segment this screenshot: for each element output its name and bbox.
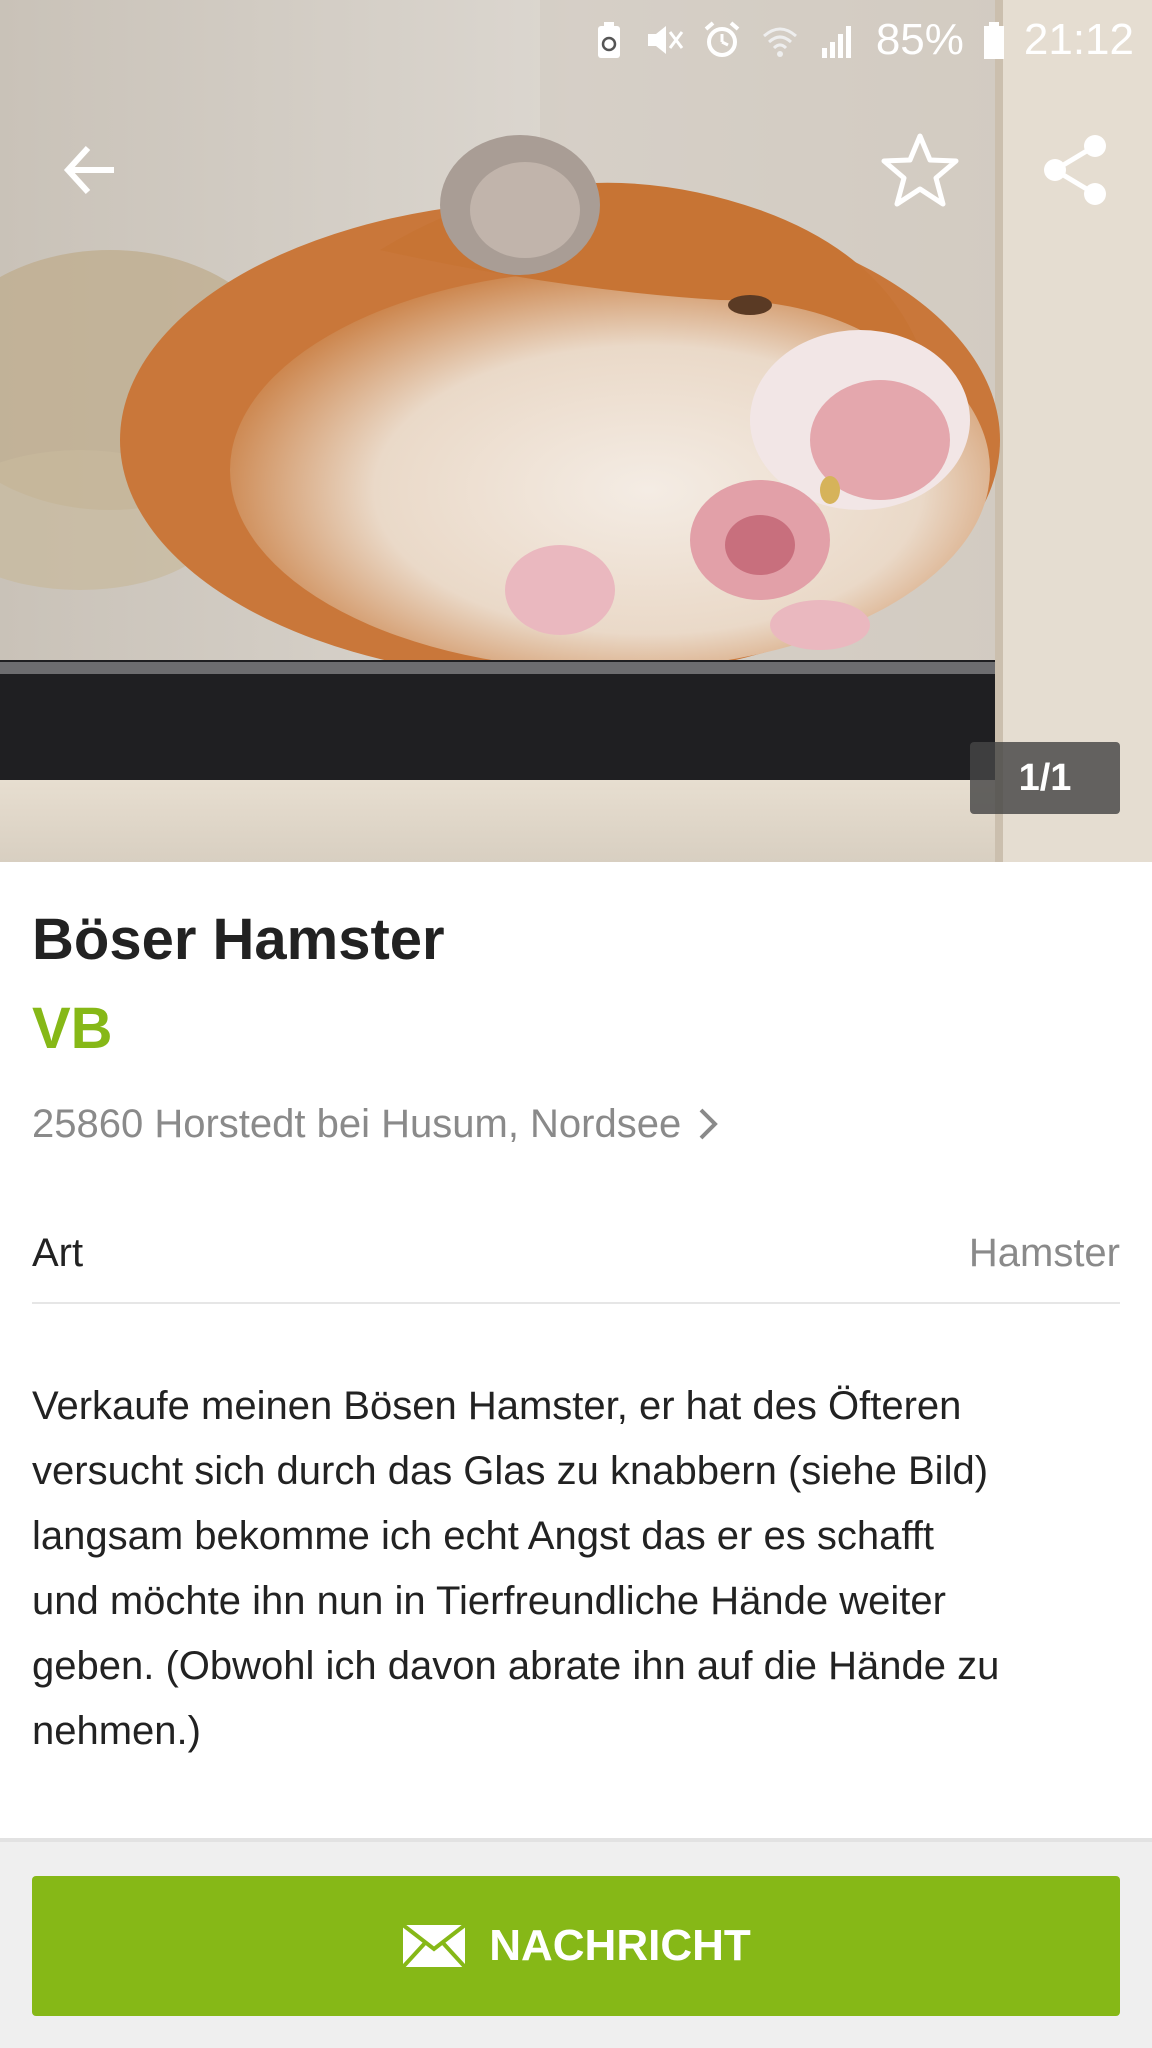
- description-line: geben. (Obwohl ich davon abrate ihn auf …: [32, 1644, 1000, 1688]
- favorite-button[interactable]: [870, 120, 970, 220]
- envelope-icon: [401, 1923, 467, 1969]
- arrow-left-icon: [63, 145, 114, 195]
- description-line: nehmen.): [32, 1709, 201, 1753]
- listing-description: Verkaufe meinen Bösen Hamster, er hat de…: [32, 1374, 1120, 1764]
- listing-title: Böser Hamster: [32, 907, 445, 972]
- share-icon: [1044, 135, 1106, 205]
- message-button-label: NACHRICHT: [489, 1921, 751, 1970]
- attribute-label: Art: [32, 1230, 84, 1275]
- description-line: versucht sich durch das Glas zu knabbern…: [32, 1449, 989, 1493]
- attribute-row: Art Hamster: [32, 1204, 1120, 1304]
- bottom-action-bar: NACHRICHT: [0, 1838, 1152, 2048]
- listing-photo[interactable]: 85% 21:12 1/1: [0, 0, 1152, 862]
- back-button[interactable]: [40, 120, 140, 220]
- location-text: 25860 Horstedt bei Husum, Nordsee: [32, 1101, 682, 1146]
- listing-price: VB: [32, 996, 113, 1061]
- chevron-right-icon: [699, 1108, 719, 1140]
- battery-percent: 85%: [875, 15, 964, 64]
- image-counter: 1/1: [970, 742, 1120, 814]
- alarm-icon: [704, 21, 740, 57]
- message-button[interactable]: NACHRICHT: [32, 1876, 1120, 2016]
- description-line: Verkaufe meinen Bösen Hamster, er hat de…: [32, 1384, 962, 1428]
- status-bar: 85% 21:12: [0, 0, 1152, 80]
- description-line: und möchte ihn nun in Tierfreundliche Hä…: [32, 1579, 946, 1623]
- battery-saver-icon: [597, 22, 620, 58]
- wifi-icon: [762, 27, 797, 57]
- battery-icon: [983, 22, 1004, 59]
- signal-icon: [821, 26, 851, 58]
- mute-icon: [647, 26, 684, 54]
- clock: 21:12: [1023, 15, 1134, 64]
- star-outline-icon: [881, 133, 959, 207]
- photo-toolbar: [0, 120, 1152, 220]
- description-line: langsam bekomme ich echt Angst das er es…: [32, 1514, 934, 1558]
- location-link[interactable]: 25860 Horstedt bei Husum, Nordsee: [32, 1094, 721, 1154]
- share-button[interactable]: [1026, 120, 1126, 220]
- attribute-value: Hamster: [968, 1230, 1120, 1275]
